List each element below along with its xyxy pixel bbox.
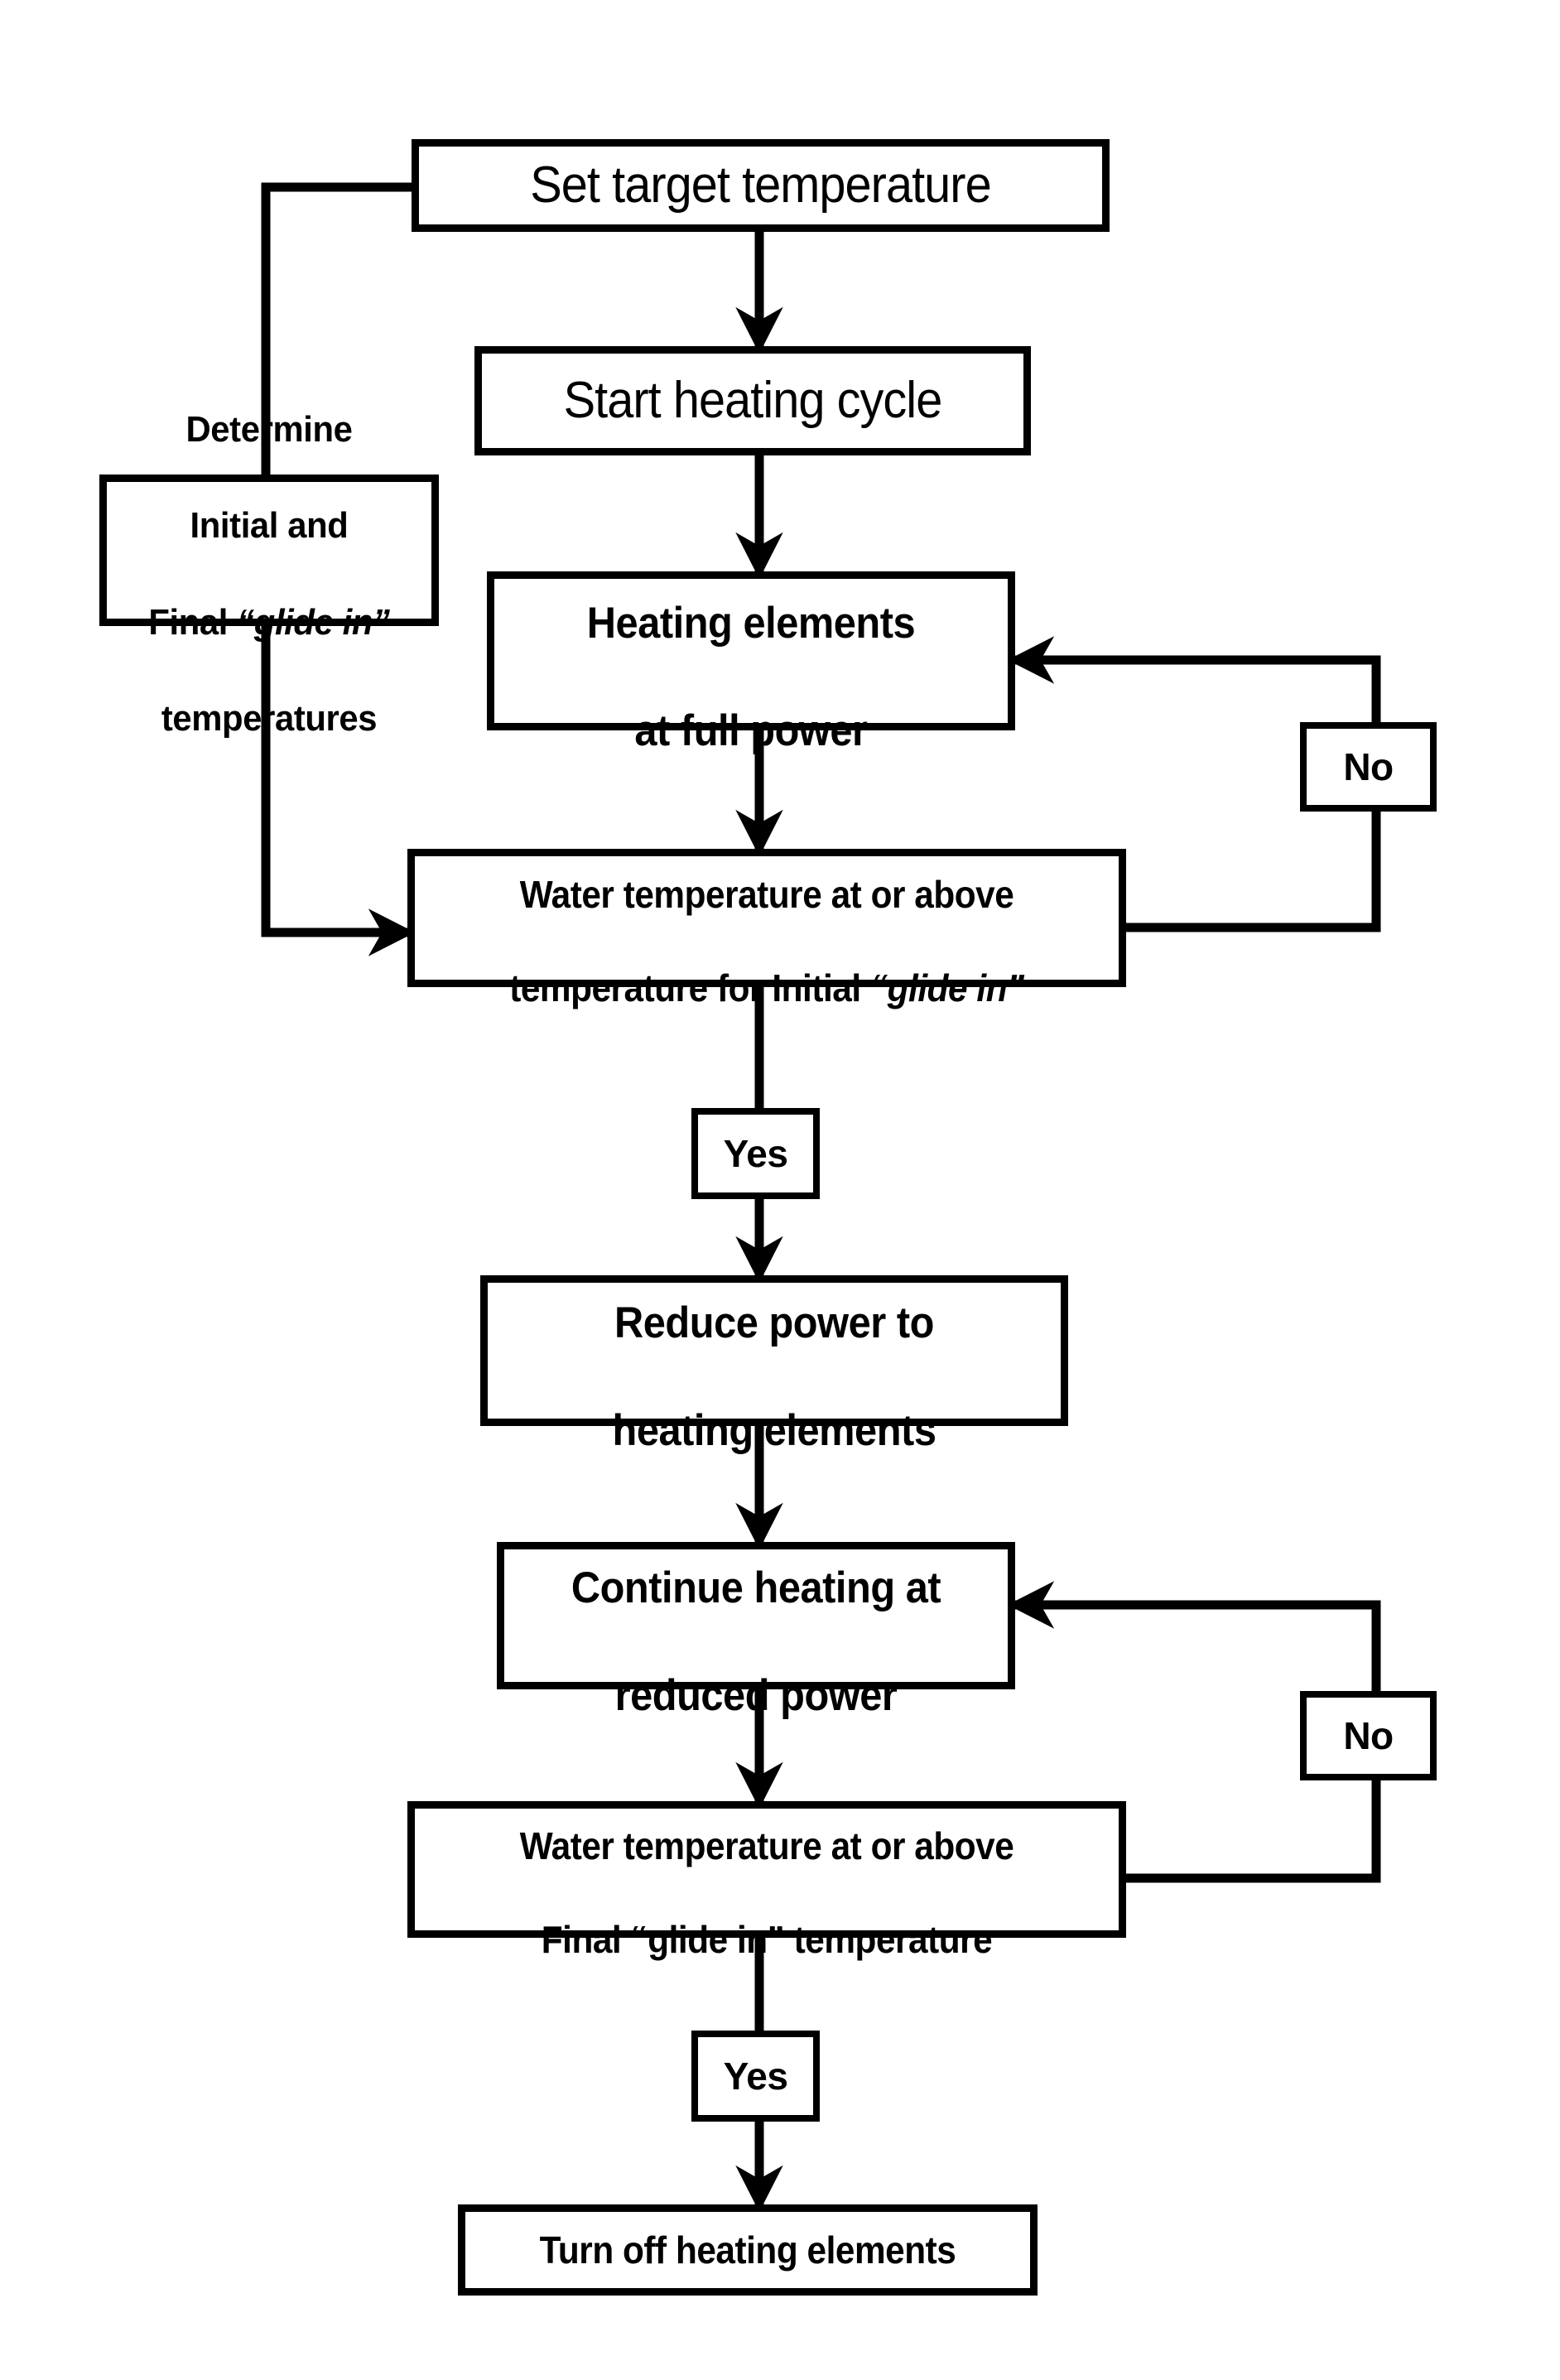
continue-heating-line-2: reduced power (614, 1670, 898, 1720)
node-decision-final-glide-in[interactable]: Water temperature at or above Final “gli… (407, 1801, 1126, 1961)
node-label: Reduce power to heating elements (511, 1244, 1038, 1458)
node-label: Heating elements at full power (515, 544, 987, 759)
node-continue-heating[interactable]: Continue heating at reduced power (497, 1542, 1015, 1720)
reduce-power-line-2: heating elements (612, 1405, 936, 1455)
determine-line-2: Initial and (190, 505, 349, 547)
node-turn-off-heating-elements[interactable]: Turn off heating elements (458, 2204, 1038, 2296)
edge-label-text: Yes (723, 2054, 788, 2098)
edge-label-no-upper: No (1300, 722, 1437, 812)
flowchart-canvas: Set target temperature Start heating cyc… (0, 0, 1560, 2380)
determine-line-4: temperatures (161, 697, 378, 739)
continue-heating-line-1: Continue heating at (571, 1563, 941, 1613)
decision-initial-line-2-prefix: temperature for Initial (509, 966, 870, 1009)
edge-label-text: No (1343, 1713, 1394, 1757)
decision-initial-line-1: Water temperature at or above (519, 873, 1014, 917)
decision-final-line-1: Water temperature at or above (519, 1824, 1014, 1868)
edge-label-text: No (1343, 744, 1394, 788)
node-label: Turn off heating elements (539, 2228, 956, 2272)
full-power-line-1: Heating elements (586, 599, 916, 648)
node-label: Determine Initial and Final “glide in” t… (115, 358, 423, 743)
node-label: Continue heating at reduced power (524, 1509, 987, 1723)
node-decision-initial-glide-in[interactable]: Water temperature at or above temperatur… (407, 849, 1126, 1009)
node-label: Water temperature at or above Final “gli… (443, 1776, 1091, 1962)
determine-line-1: Determine (185, 409, 353, 450)
determine-line-3-prefix: Final (148, 601, 238, 643)
edge-label-yes-upper: Yes (691, 1108, 820, 1199)
node-label: Start heating cycle (563, 372, 943, 430)
node-start-heating-cycle[interactable]: Start heating cycle (474, 346, 1031, 455)
node-label: Water temperature at or above temperatur… (443, 825, 1091, 1010)
node-label: Set target temperature (530, 157, 991, 214)
node-reduce-power[interactable]: Reduce power to heating elements (480, 1275, 1068, 1455)
node-set-target-temperature[interactable]: Set target temperature (412, 139, 1110, 232)
determine-line-3-quoted: “glide in” (237, 601, 390, 643)
node-determine-glide-in-temperatures[interactable]: Determine Initial and Final “glide in” t… (99, 409, 439, 739)
node-heating-elements-full-power[interactable]: Heating elements at full power (487, 571, 1015, 755)
edge-label-no-lower: No (1300, 1691, 1437, 1780)
edge-label-text: Yes (723, 1131, 788, 1175)
reduce-power-line-1: Reduce power to (614, 1298, 934, 1348)
full-power-line-2: at full power (634, 706, 868, 755)
decision-initial-line-2-quoted: “glide in” (869, 966, 1024, 1009)
decision-final-line-2: Final “glide in” temperature (541, 1917, 993, 1961)
edge-label-yes-lower: Yes (691, 2031, 820, 2122)
